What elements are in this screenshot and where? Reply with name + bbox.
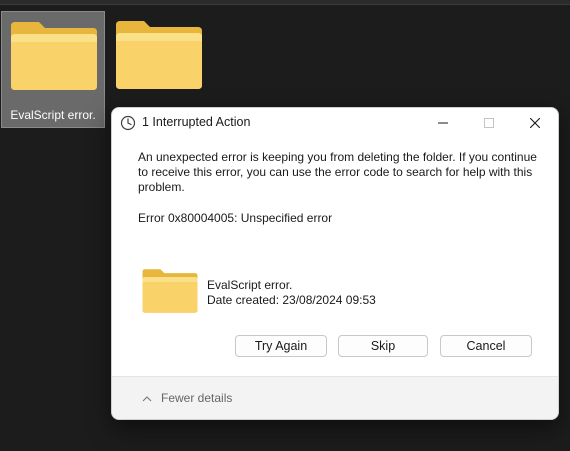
desktop-folder-label: EvalScript error. [10, 108, 96, 122]
cancel-button[interactable]: Cancel [440, 335, 532, 357]
error-code: Error 0x80004005: Unspecified error [138, 211, 333, 225]
dialog-titlebar[interactable]: 1 Interrupted Action [112, 108, 558, 138]
desktop-folder-evalscript[interactable]: EvalScript error. [1, 11, 105, 128]
fewer-details-label: Fewer details [161, 391, 233, 405]
error-message: An unexpected error is keeping you from … [138, 150, 537, 194]
chevron-up-icon [142, 395, 152, 401]
minimize-button[interactable] [420, 108, 466, 138]
dialog-footer: Fewer details [112, 376, 558, 419]
dialog-title: 1 Interrupted Action [142, 115, 251, 129]
folder-icon [11, 22, 97, 90]
clock-icon [120, 115, 136, 131]
skip-button[interactable]: Skip [338, 335, 428, 357]
maximize-icon [484, 118, 494, 128]
window-top-edge [0, 0, 570, 5]
item-name: EvalScript error. [207, 278, 293, 292]
minimize-icon [438, 122, 448, 124]
maximize-button [466, 108, 512, 138]
folder-icon [142, 269, 198, 313]
fewer-details-toggle[interactable]: Fewer details [142, 391, 232, 405]
desktop-folder-2[interactable] [111, 19, 207, 95]
close-button[interactable] [512, 108, 558, 138]
close-icon [530, 118, 540, 128]
item-date-created: Date created: 23/08/2024 09:53 [207, 293, 376, 307]
try-again-button[interactable]: Try Again [235, 335, 327, 357]
folder-icon [116, 21, 202, 89]
interrupted-action-dialog: 1 Interrupted Action An unexpected error… [111, 107, 559, 420]
